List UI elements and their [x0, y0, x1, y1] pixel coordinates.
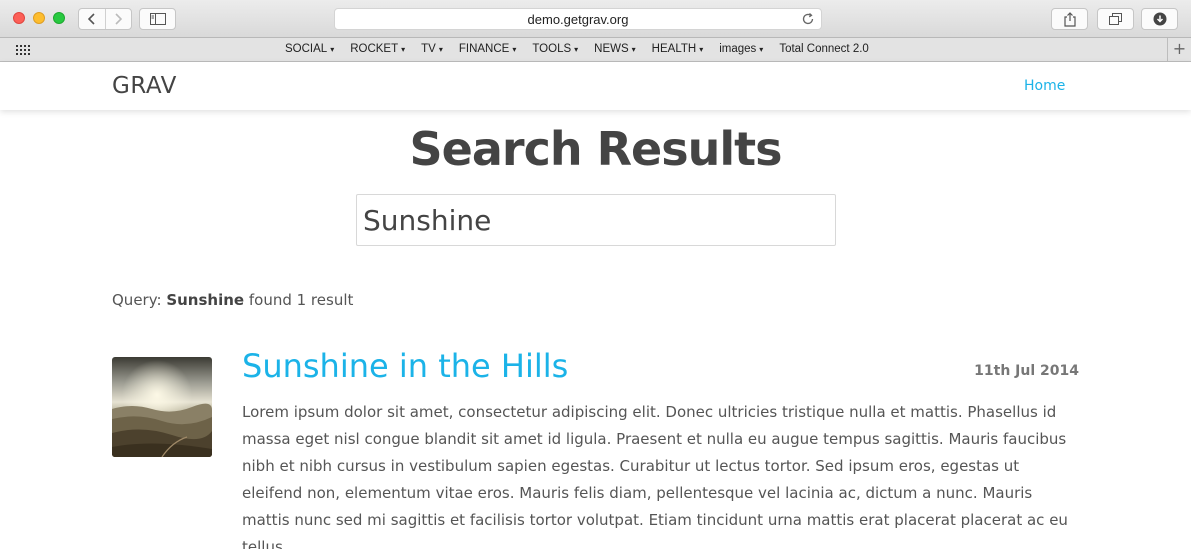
chevron-down-icon: ▾ [759, 44, 764, 54]
bookmark-label: images [719, 43, 757, 55]
history-nav-group [78, 8, 132, 30]
result-date: 11th Jul 2014 [974, 363, 1079, 379]
chevron-down-icon: ▾ [699, 44, 704, 54]
download-icon [1153, 12, 1166, 26]
address-url: demo.getgrav.org [527, 12, 629, 27]
apps-grid-icon[interactable] [16, 45, 30, 55]
show-tabs-button[interactable] [1097, 8, 1134, 30]
bookmark-item[interactable]: NEWS ▾ [594, 43, 636, 55]
bookmark-label: NEWS [594, 43, 629, 55]
bookmarks-bar: SOCIAL ▾ ROCKET ▾ TV ▾ FINANCE ▾ TOOLS ▾ NEWS ▾ HEAL… [0, 38, 1191, 62]
site-header: GRAV Home [0, 62, 1191, 110]
chevron-down-icon: ▾ [631, 44, 636, 54]
bookmark-label: ROCKET [350, 43, 399, 55]
bookmark-label: FINANCE [458, 43, 510, 55]
bookmark-items: SOCIAL ▾ ROCKET ▾ TV ▾ FINANCE ▾ TOOLS ▾ NEWS ▾ HEAL… [285, 43, 885, 55]
bookmark-label: SOCIAL [285, 43, 328, 55]
chevron-down-icon: ▾ [574, 44, 579, 54]
result-title-link[interactable]: Sunshine in the Hills [242, 347, 568, 385]
bookmark-item[interactable]: images ▾ [719, 43, 763, 55]
chevron-down-icon: ▾ [438, 44, 443, 54]
bookmark-item[interactable]: TOOLS ▾ [532, 43, 578, 55]
bookmark-label: HEALTH [651, 43, 697, 55]
bookmark-label: Total Connect 2.0 [779, 43, 869, 55]
add-bookmark-button[interactable]: + [1167, 38, 1191, 62]
bookmark-label: TOOLS [532, 43, 572, 55]
chevron-down-icon: ▾ [330, 44, 335, 54]
page-title: Search Results [409, 122, 783, 176]
close-window-button[interactable] [13, 12, 25, 24]
share-button[interactable] [1051, 8, 1088, 30]
downloads-button[interactable] [1141, 8, 1178, 30]
query-prefix: Query: [112, 291, 167, 309]
query-summary: Query: Sunshine found 1 result [112, 291, 353, 309]
sidebar-toggle-button[interactable] [139, 8, 176, 30]
sidebar-icon [149, 13, 166, 25]
minimize-window-button[interactable] [33, 12, 45, 24]
fullscreen-window-button[interactable] [53, 12, 65, 24]
bookmark-item[interactable]: FINANCE ▾ [459, 43, 517, 55]
chevron-left-icon [87, 13, 95, 25]
back-button[interactable] [79, 9, 105, 29]
site-logo[interactable]: GRAV [112, 73, 177, 99]
bookmark-item[interactable]: SOCIAL ▾ [285, 43, 334, 55]
result-thumbnail[interactable] [112, 357, 212, 457]
query-suffix: found 1 result [244, 291, 354, 309]
forward-button[interactable] [104, 9, 131, 29]
search-input[interactable] [356, 194, 836, 246]
bookmark-label: TV [421, 43, 436, 55]
share-icon [1063, 11, 1076, 27]
chevron-right-icon [115, 13, 123, 25]
bookmark-item[interactable]: TV ▾ [421, 43, 443, 55]
address-bar[interactable]: demo.getgrav.org [334, 8, 822, 30]
bookmark-item[interactable]: ROCKET ▾ [350, 43, 405, 55]
chevron-down-icon: ▾ [401, 44, 406, 54]
nav-home-link[interactable]: Home [1024, 78, 1065, 94]
chevron-down-icon: ▾ [512, 44, 517, 54]
result-excerpt: Lorem ipsum dolor sit amet, consectetur … [242, 403, 1068, 549]
bookmark-item[interactable]: Total Connect 2.0 [779, 43, 869, 55]
tabs-overview-icon [1109, 13, 1122, 25]
landscape-thumbnail-image [112, 357, 212, 457]
reload-icon[interactable] [801, 12, 815, 26]
browser-toolbar: demo.getgrav.org [0, 0, 1191, 38]
query-term: Sunshine [166, 291, 245, 309]
bookmark-item[interactable]: HEALTH ▾ [652, 43, 704, 55]
